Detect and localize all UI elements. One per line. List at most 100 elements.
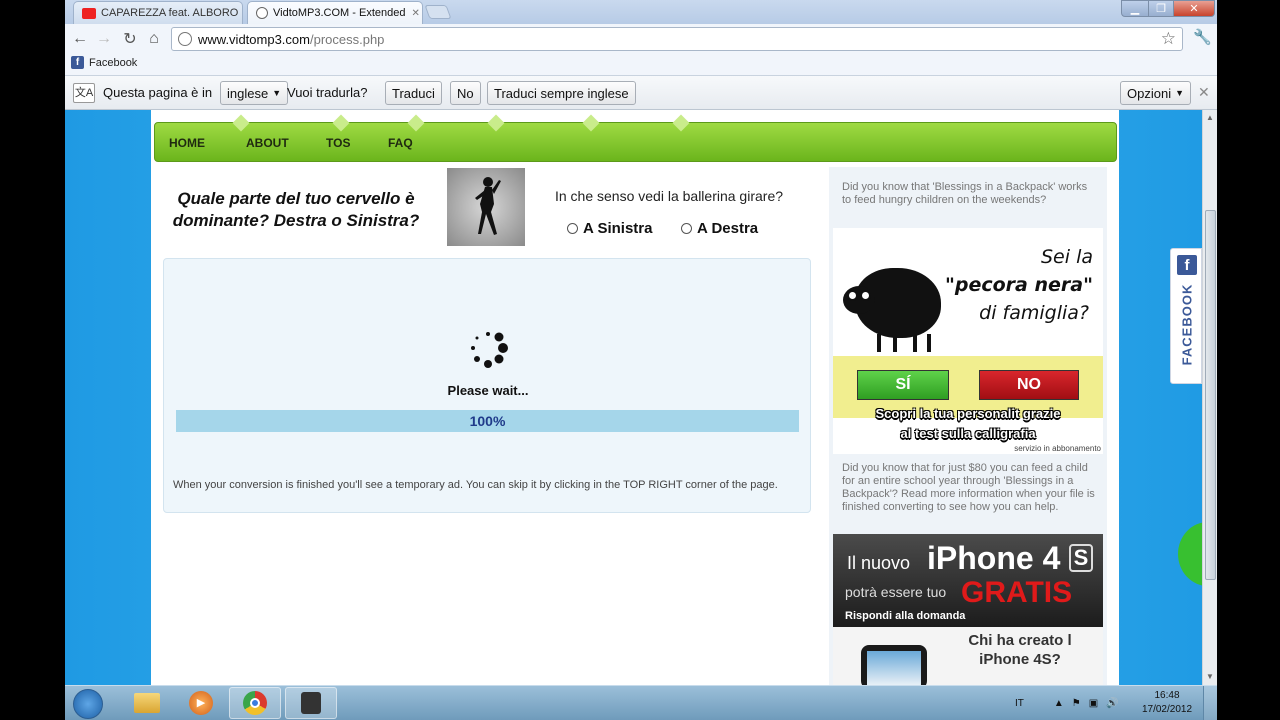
- scroll-down-arrow-icon[interactable]: ▼: [1206, 672, 1214, 681]
- reload-icon[interactable]: ↻: [119, 29, 141, 49]
- sidebar: Did you know that 'Blessings in a Backpa…: [829, 167, 1107, 685]
- radio-right[interactable]: A Destra: [681, 220, 758, 237]
- tab-vidtomp3[interactable]: VidtoMP3.COM - Extended ✕: [247, 1, 423, 24]
- page-viewport: HOME ABOUT TOS FAQ Quale parte del tuo c…: [65, 110, 1217, 685]
- iphone-ad-line3: Rispondi alla domanda: [845, 610, 966, 622]
- sheep-eye: [860, 290, 871, 301]
- sheep-ad-caption-line: Scopri la tua personalit grazie: [875, 406, 1061, 421]
- bookmark-facebook[interactable]: f Facebook: [71, 56, 137, 69]
- conversion-note: When your conversion is finished you'll …: [173, 479, 778, 491]
- always-translate-button[interactable]: Traduci sempre inglese: [487, 81, 636, 105]
- nav-notch: [232, 114, 250, 132]
- bookmark-label: Facebook: [89, 56, 138, 69]
- site-page: HOME ABOUT TOS FAQ Quale parte del tuo c…: [151, 110, 1119, 685]
- sheep-ad-line1: Sei la: [1041, 246, 1093, 268]
- sheep-eye: [847, 290, 858, 301]
- bookmark-star-icon[interactable]: ☆: [1161, 29, 1176, 49]
- taskbar-chrome[interactable]: [229, 687, 281, 719]
- sheep-ad-caption-line: al test sulla calligrafia: [900, 426, 1036, 441]
- radio-right-label: A Destra: [697, 220, 759, 237]
- options-button[interactable]: Opzioni ▼: [1120, 81, 1191, 105]
- sheep-head: [843, 286, 875, 314]
- bookmarks-bar: f Facebook: [65, 54, 1217, 76]
- clock-time: 16:48: [1154, 690, 1180, 701]
- quiz-title[interactable]: Quale parte del tuo cervello è dominante…: [161, 188, 431, 232]
- tab-caparezza[interactable]: CAPAREZZA feat. ALBORO ✕: [73, 1, 243, 24]
- ballerina-image[interactable]: [447, 168, 525, 246]
- iphone-ad-line2b: GRATIS: [961, 576, 1073, 609]
- address-bar[interactable]: www.vidtomp3.com/process.php ☆: [171, 27, 1183, 51]
- nav-about[interactable]: ABOUT: [246, 136, 289, 150]
- sheep-ad-line3: di famiglia?: [979, 302, 1089, 324]
- network-icon[interactable]: ▣: [1089, 698, 1098, 709]
- chevron-down-icon: ▼: [1175, 88, 1184, 98]
- close-icon[interactable]: ✕: [1198, 84, 1210, 101]
- iphone-ad-banner: Il nuovo iPhone 4 S potrà essere tuo GRA…: [833, 534, 1103, 627]
- back-arrow-icon[interactable]: ←: [69, 29, 91, 49]
- taskbar-video-app[interactable]: [285, 687, 337, 719]
- folder-icon: [134, 693, 160, 713]
- sheep-leg: [893, 334, 897, 352]
- options-label: Opzioni: [1127, 85, 1172, 101]
- no-translate-button[interactable]: No: [450, 81, 481, 105]
- taskbar-explorer[interactable]: [121, 687, 173, 719]
- nav-notch: [582, 114, 600, 132]
- radio-circle: [681, 223, 692, 234]
- language-value: inglese: [227, 85, 269, 101]
- spinner-icon: [471, 332, 508, 368]
- language-indicator[interactable]: IT: [1015, 698, 1024, 709]
- facebook-icon: f: [71, 56, 84, 69]
- chevron-down-icon: ▼: [272, 88, 282, 98]
- home-icon[interactable]: ⌂: [143, 29, 165, 49]
- taskbar-media-player[interactable]: ▶: [175, 687, 227, 719]
- scroll-up-arrow-icon[interactable]: ▲: [1206, 113, 1214, 122]
- sheep-ad[interactable]: Sei la "pecora nera" di famiglia? SÍ NO …: [833, 228, 1103, 454]
- forward-arrow-icon[interactable]: →: [93, 29, 115, 49]
- url-path: /process.php: [309, 31, 385, 47]
- facebook-tab-label: FACEBOOK: [1179, 283, 1195, 366]
- close-tab-icon[interactable]: ✕: [405, 8, 419, 19]
- nav-home[interactable]: HOME: [169, 136, 205, 150]
- iphone-ad-question: Chi ha creato l iPhone 4S?: [945, 631, 1095, 669]
- scroll-thumb[interactable]: [1205, 210, 1216, 580]
- status-text: Please wait...: [447, 383, 529, 398]
- iphone-ad-question-line: Chi ha creato l: [968, 632, 1072, 649]
- nav-tos[interactable]: TOS: [326, 136, 350, 150]
- close-window-button[interactable]: ✕: [1173, 0, 1215, 17]
- tab-strip: CAPAREZZA feat. ALBORO ✕ VidtoMP3.COM - …: [65, 0, 1217, 24]
- close-tab-icon[interactable]: ✕: [238, 8, 242, 19]
- sheep-ad-disclaimer: servizio in abbonamento: [1014, 444, 1101, 453]
- flag-icon[interactable]: ⚑: [1072, 698, 1081, 709]
- conversion-panel: Please wait... 100% When your conversion…: [163, 258, 811, 513]
- new-tab-button[interactable]: [424, 5, 452, 19]
- sheep-ad-line2: "pecora nera": [944, 274, 1093, 296]
- wrench-icon[interactable]: 🔧: [1193, 28, 1212, 46]
- no-button[interactable]: NO: [979, 370, 1079, 400]
- clock-date: 17/02/2012: [1141, 704, 1193, 715]
- iphone-ad[interactable]: Il nuovo iPhone 4 S potrà essere tuo GRA…: [833, 534, 1103, 685]
- translate-question: Vuoi tradurla?: [287, 85, 368, 100]
- radio-left-label: A Sinistra: [583, 220, 653, 237]
- volume-icon[interactable]: 🔊: [1106, 698, 1118, 709]
- globe-icon: [178, 32, 192, 46]
- windows-taskbar: ▶ IT ▲ ⚑ ▣ 🔊 16:48 17/02/2012: [65, 685, 1217, 720]
- language-select[interactable]: inglese ▼: [220, 81, 289, 105]
- translate-button[interactable]: Traduci: [385, 81, 442, 105]
- clock[interactable]: 16:48 17/02/2012: [1140, 689, 1194, 717]
- page-scrollbar[interactable]: ▲ ▼: [1202, 110, 1217, 685]
- iphone-s-badge: S: [1069, 544, 1093, 572]
- start-button[interactable]: [73, 689, 103, 719]
- show-hidden-icons-icon[interactable]: ▲: [1054, 698, 1064, 709]
- yes-button[interactable]: SÍ: [857, 370, 949, 400]
- camera-icon: [301, 692, 321, 714]
- translate-bar: 文A Questa pagina è in inglese ▼ Vuoi tra…: [65, 76, 1217, 110]
- sheep-leg: [927, 334, 931, 352]
- minimize-button[interactable]: ▁: [1121, 0, 1149, 17]
- tab-label: CAPAREZZA feat. ALBORO: [101, 7, 239, 19]
- radio-left[interactable]: A Sinistra: [567, 220, 652, 237]
- show-desktop-button[interactable]: [1203, 686, 1217, 720]
- maximize-button[interactable]: ❐: [1148, 0, 1174, 17]
- sidebar-text-2: Did you know that for just $80 you can f…: [842, 462, 1095, 513]
- facebook-side-tab[interactable]: f FACEBOOK: [1170, 248, 1202, 384]
- nav-faq[interactable]: FAQ: [388, 136, 413, 150]
